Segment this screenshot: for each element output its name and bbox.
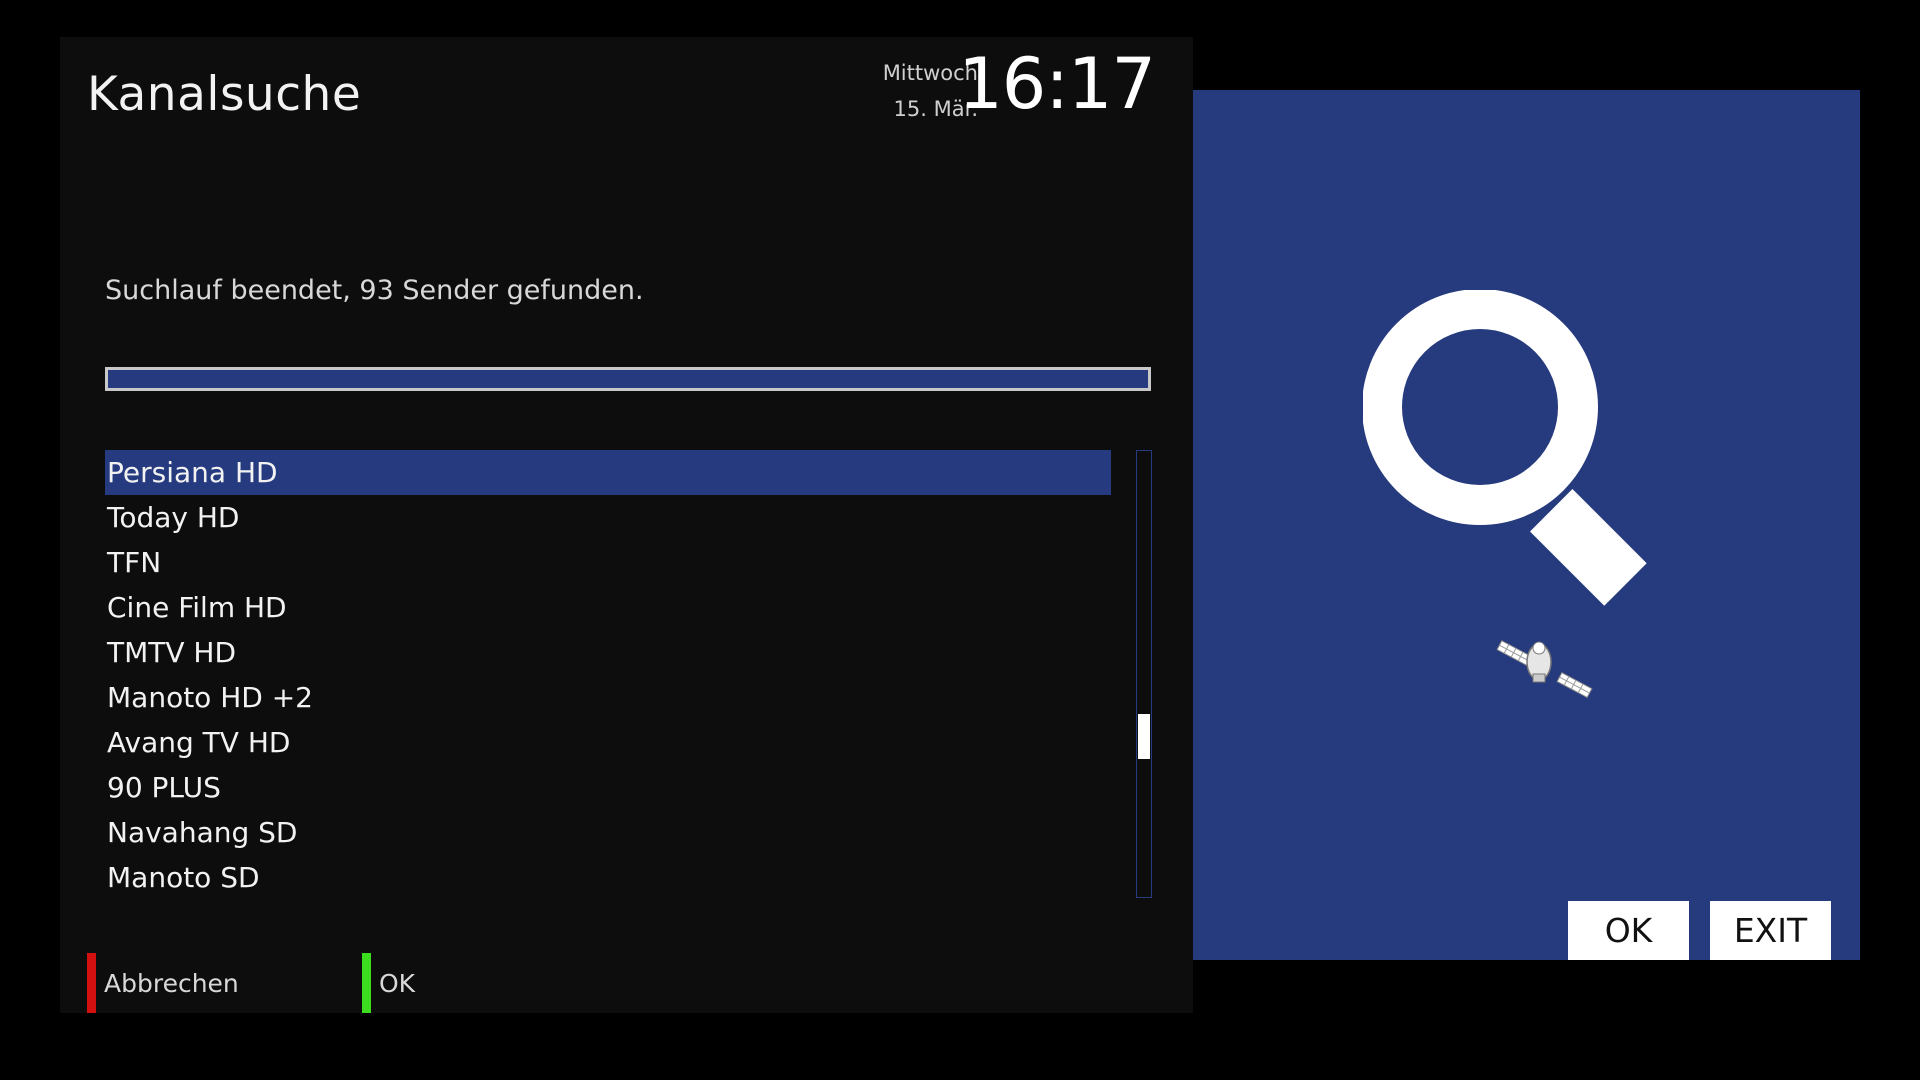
- channel-list-item[interactable]: Navahang SD: [105, 810, 1111, 855]
- channel-list-item[interactable]: TFN: [105, 540, 1111, 585]
- search-icon: [1363, 290, 1647, 606]
- ok-footer-label: OK: [379, 968, 416, 998]
- channel-list[interactable]: Persiana HD Today HD TFN Cine Film HD TMTV H…: [105, 450, 1111, 900]
- channel-list-item[interactable]: 90 PLUS: [105, 765, 1111, 810]
- channel-list-item[interactable]: Persiana HD: [105, 450, 1111, 495]
- page-title: Kanalsuche: [87, 67, 362, 122]
- scan-status-text: Suchlauf beendet, 93 Sender gefunden.: [105, 275, 644, 306]
- red-key-indicator: [87, 953, 96, 1013]
- clock: 16:17: [958, 43, 1156, 125]
- channel-list-item[interactable]: Manoto HD +2: [105, 675, 1111, 720]
- channel-list-item[interactable]: Avang TV HD: [105, 720, 1111, 765]
- channel-list-item[interactable]: Today HD: [105, 495, 1111, 540]
- scan-progress-bar: [105, 367, 1151, 391]
- cancel-button[interactable]: Abbrechen: [87, 953, 239, 1013]
- scan-progress-fill: [108, 370, 1148, 388]
- channel-list-item[interactable]: Cine Film HD: [105, 585, 1111, 630]
- channel-search-window: Kanalsuche Mittwoch 15. Mär. 16:17 Suchl…: [60, 37, 1193, 1013]
- search-illustration-panel: OK EXIT: [1193, 90, 1860, 960]
- cancel-label: Abbrechen: [104, 968, 239, 998]
- exit-button[interactable]: EXIT: [1710, 901, 1831, 960]
- channel-list-item[interactable]: Manoto SD: [105, 855, 1111, 900]
- ok-button[interactable]: OK: [1568, 901, 1689, 960]
- green-key-indicator: [362, 953, 371, 1013]
- channel-list-scrollbar[interactable]: [1136, 450, 1152, 898]
- scrollbar-thumb[interactable]: [1138, 714, 1150, 759]
- ok-footer-button[interactable]: OK: [362, 953, 415, 1013]
- satellite-icon: [1496, 640, 1593, 699]
- channel-list-item[interactable]: TMTV HD: [105, 630, 1111, 675]
